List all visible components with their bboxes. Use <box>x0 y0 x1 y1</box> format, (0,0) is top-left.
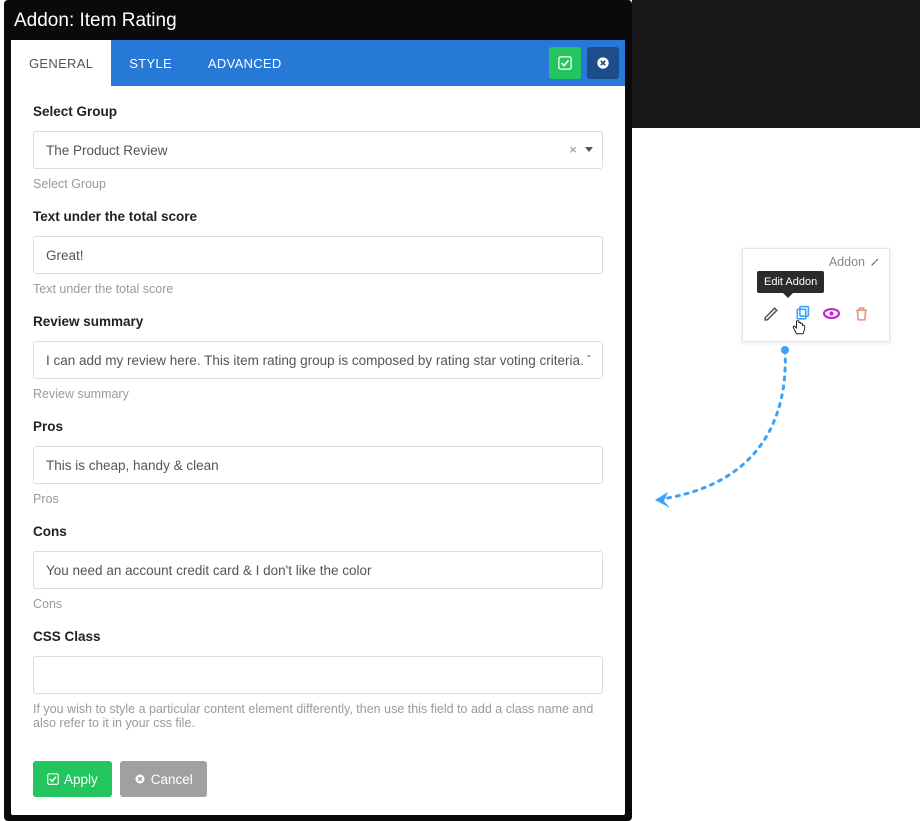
addon-modal: Addon: Item Rating GENERAL STYLE ADVANCE… <box>4 0 632 821</box>
edit-tool[interactable] <box>763 305 780 322</box>
tab-general[interactable]: GENERAL <box>11 40 111 86</box>
apply-label: Apply <box>64 772 98 787</box>
help-pros: Pros <box>33 492 603 506</box>
help-select-group: Select Group <box>33 177 603 191</box>
help-cons: Cons <box>33 597 603 611</box>
cancel-label: Cancel <box>151 772 193 787</box>
caret-down-icon[interactable] <box>585 147 593 152</box>
group-score-text: Text under the total score Text under th… <box>33 209 603 296</box>
trash-icon <box>853 305 870 322</box>
tabbar-cancel-button[interactable] <box>587 47 619 79</box>
background-strip <box>632 0 920 128</box>
toolbar-tools <box>743 305 889 322</box>
check-icon <box>558 56 572 70</box>
delete-tool[interactable] <box>853 305 870 322</box>
label-summary: Review summary <box>33 314 603 329</box>
pros-input[interactable] <box>33 446 603 484</box>
help-score-text: Text under the total score <box>33 282 603 296</box>
label-pros: Pros <box>33 419 603 434</box>
help-summary: Review summary <box>33 387 603 401</box>
label-score-text: Text under the total score <box>33 209 603 224</box>
footer-buttons: Apply Cancel <box>11 761 625 815</box>
summary-input[interactable] <box>33 341 603 379</box>
score-text-input[interactable] <box>33 236 603 274</box>
check-icon <box>47 773 59 785</box>
css-input[interactable] <box>33 656 603 694</box>
cons-input[interactable] <box>33 551 603 589</box>
cancel-button[interactable]: Cancel <box>120 761 207 797</box>
toolbar-label: Addon <box>829 255 865 269</box>
hand-cursor-icon <box>789 317 809 339</box>
modal-title: Addon: Item Rating <box>4 0 632 40</box>
edit-addon-tooltip: Edit Addon <box>757 271 824 293</box>
group-summary: Review summary Review summary <box>33 314 603 401</box>
apply-button[interactable]: Apply <box>33 761 112 797</box>
addon-toolbar-panel: Addon Edit Addon <box>742 248 890 342</box>
help-css: If you wish to style a particular conten… <box>33 702 603 730</box>
tab-style[interactable]: STYLE <box>111 40 190 86</box>
label-select-group: Select Group <box>33 104 603 119</box>
form-area: Select Group × Select Group Text under t… <box>11 86 625 761</box>
tab-bar: GENERAL STYLE ADVANCED <box>11 40 625 86</box>
group-select-group: Select Group × Select Group <box>33 104 603 191</box>
arrow-annotation <box>640 345 800 515</box>
label-cons: Cons <box>33 524 603 539</box>
group-cons: Cons Cons <box>33 524 603 611</box>
visibility-tool[interactable] <box>823 305 840 322</box>
wrench-icon[interactable] <box>869 256 881 268</box>
tabbar-apply-button[interactable] <box>549 47 581 79</box>
close-circle-icon <box>596 56 610 70</box>
modal-body: GENERAL STYLE ADVANCED Select Group × Se… <box>11 40 625 815</box>
group-css: CSS Class If you wish to style a particu… <box>33 629 603 730</box>
toolbar-header: Addon <box>743 249 889 269</box>
close-circle-icon <box>134 773 146 785</box>
group-pros: Pros Pros <box>33 419 603 506</box>
select-clear-icon[interactable]: × <box>569 142 577 157</box>
pencil-icon <box>763 305 780 322</box>
tab-advanced[interactable]: ADVANCED <box>190 40 300 86</box>
label-css: CSS Class <box>33 629 603 644</box>
eye-icon <box>823 305 840 322</box>
select-group-input[interactable] <box>33 131 603 169</box>
